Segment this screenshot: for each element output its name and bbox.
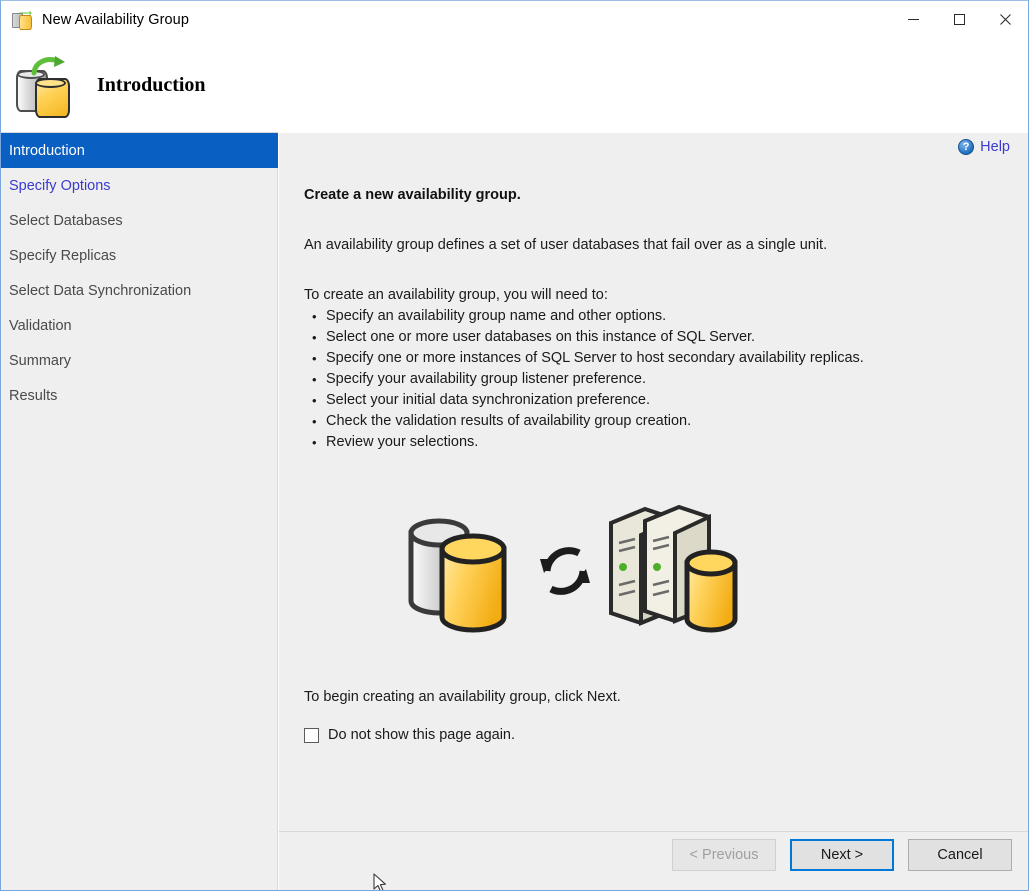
sidebar-item-specify-replicas[interactable]: Specify Replicas — [1, 238, 277, 273]
dialog-footer: < Previous Next > Cancel — [557, 831, 1028, 890]
do-not-show-again-row[interactable]: Do not show this page again. — [304, 727, 1004, 743]
footer-buttons: < Previous Next > Cancel — [672, 839, 1012, 871]
sidebar-item-introduction[interactable]: Introduction — [1, 133, 278, 168]
window-title: New Availability Group — [42, 12, 189, 28]
page-title: Introduction — [97, 74, 206, 97]
begin-instruction: To begin creating an availability group,… — [304, 689, 1004, 705]
cancel-button[interactable]: Cancel — [908, 839, 1012, 871]
list-item: Check the validation results of availabi… — [326, 411, 1004, 432]
next-button[interactable]: Next > — [790, 839, 894, 871]
sidebar-item-results[interactable]: Results — [1, 378, 277, 413]
previous-button[interactable]: < Previous — [672, 839, 776, 871]
minimize-button[interactable] — [890, 1, 936, 38]
list-item: Select your initial data synchronization… — [326, 390, 1004, 411]
sidebar-item-label: Results — [9, 388, 57, 404]
list-item: Specify your availability group listener… — [326, 369, 1004, 390]
sidebar-item-label: Specify Replicas — [9, 248, 116, 264]
sidebar-item-label: Select Data Synchronization — [9, 283, 191, 299]
new-availability-group-window: ⟶ New Availability Group — [0, 0, 1029, 891]
do-not-show-again-label: Do not show this page again. — [328, 727, 515, 743]
sidebar-item-validation[interactable]: Validation — [1, 308, 277, 343]
page-header: Introduction — [1, 38, 1028, 132]
title-bar[interactable]: ⟶ New Availability Group — [1, 1, 1028, 38]
steps-list: Specify an availability group name and o… — [304, 306, 1004, 453]
sidebar-item-summary[interactable]: Summary — [1, 343, 277, 378]
footer-divider — [279, 831, 557, 832]
close-button[interactable] — [982, 1, 1028, 38]
sidebar-item-label: Specify Options — [9, 178, 111, 194]
content-panel: ? Help Create a new availability group. … — [279, 133, 1028, 890]
content-body: Create a new availability group. An avai… — [279, 133, 1028, 832]
sidebar-item-label: Summary — [9, 353, 71, 369]
yellow-database-cylinder — [442, 536, 504, 630]
availability-group-icon: ⟶ — [12, 10, 32, 30]
steps-intro: To create an availability group, you wil… — [304, 287, 1004, 303]
database-replication-to-servers-illustration — [304, 493, 1004, 665]
list-item: Review your selections. — [326, 432, 1004, 453]
server-yellow-database-cylinder — [687, 552, 735, 630]
maximize-button[interactable] — [936, 1, 982, 38]
sidebar-item-label: Introduction — [9, 143, 85, 159]
maximize-icon — [953, 13, 966, 26]
list-item: Select one or more user databases on thi… — [326, 327, 1004, 348]
close-icon — [999, 13, 1012, 26]
sidebar-item-select-databases[interactable]: Select Databases — [1, 203, 277, 238]
do-not-show-again-checkbox[interactable] — [304, 728, 319, 743]
minimize-icon — [907, 13, 920, 26]
sidebar-item-select-data-synchronization[interactable]: Select Data Synchronization — [1, 273, 277, 308]
window-controls — [890, 1, 1028, 38]
wizard-steps-sidebar: Introduction Specify Options Select Data… — [1, 133, 278, 890]
content-heading: Create a new availability group. — [304, 187, 1004, 203]
sidebar-item-specify-options[interactable]: Specify Options — [1, 168, 277, 203]
list-item: Specify an availability group name and o… — [326, 306, 1004, 327]
list-item: Specify one or more instances of SQL Ser… — [326, 348, 1004, 369]
sidebar-item-label: Validation — [9, 318, 72, 334]
sync-arrows-icon — [540, 551, 590, 592]
sidebar-item-label: Select Databases — [9, 213, 123, 229]
availability-group-replication-icon — [13, 54, 75, 116]
content-description: An availability group defines a set of u… — [304, 237, 1004, 253]
